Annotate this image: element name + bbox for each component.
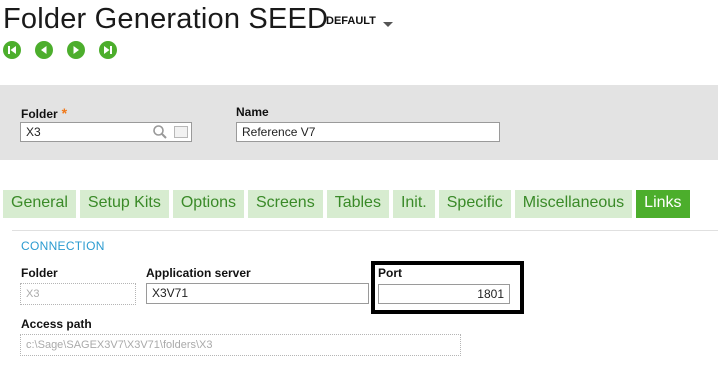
previous-record-icon[interactable]	[35, 41, 53, 59]
name-field[interactable]: Reference V7	[236, 122, 500, 142]
connection-folder-field: X3	[20, 283, 136, 305]
page-title: Folder Generation SEED	[3, 3, 329, 35]
port-highlight-box	[371, 261, 524, 314]
application-server-label: Application server	[146, 266, 251, 280]
tab-miscellaneous[interactable]: Miscellaneous	[514, 190, 633, 218]
connection-folder-label: Folder	[21, 266, 58, 280]
access-path-label: Access path	[21, 317, 92, 331]
tab-bar: General Setup Kits Options Screens Table…	[3, 190, 690, 218]
tab-options[interactable]: Options	[172, 190, 244, 218]
lookup-icon[interactable]	[174, 126, 188, 138]
next-record-icon[interactable]	[67, 41, 85, 59]
application-server-field[interactable]: X3V71	[146, 283, 369, 304]
required-marker: *	[61, 105, 68, 121]
last-record-icon[interactable]	[99, 41, 117, 59]
record-navigation	[3, 41, 117, 59]
tab-screens[interactable]: Screens	[248, 190, 323, 218]
tab-general[interactable]: General	[3, 190, 76, 218]
folder-label: Folder *	[21, 105, 68, 121]
tab-tables[interactable]: Tables	[326, 190, 389, 218]
tab-init[interactable]: Init.	[392, 190, 435, 218]
first-record-icon[interactable]	[3, 41, 21, 59]
variant-selector[interactable]: DEFAULT	[326, 15, 376, 27]
access-path-field: c:\Sage\SAGEX3V7\X3V71\folders\X3	[20, 334, 461, 356]
search-icon[interactable]	[152, 124, 168, 140]
tab-setup-kits[interactable]: Setup Kits	[79, 190, 169, 218]
chevron-down-icon[interactable]	[383, 22, 393, 27]
tab-links[interactable]: Links	[636, 190, 690, 218]
name-label: Name	[236, 105, 269, 119]
tab-specific[interactable]: Specific	[438, 190, 511, 218]
connection-section-title: CONNECTION	[21, 239, 105, 253]
section-divider	[12, 230, 718, 231]
